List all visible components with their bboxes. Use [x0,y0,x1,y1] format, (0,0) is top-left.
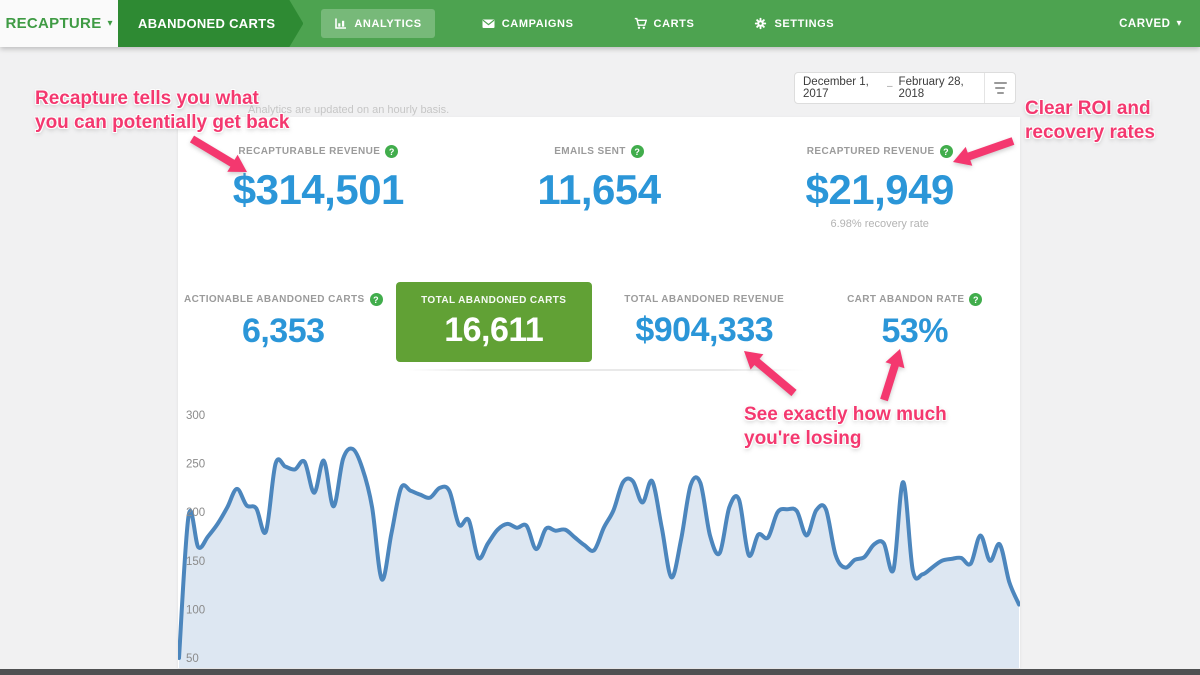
nav-section-label: ABANDONED CARTS [138,16,275,31]
gear-icon [754,17,767,30]
filter-icon[interactable] [985,82,1015,94]
envelope-icon [482,17,495,30]
help-icon[interactable]: ? [385,145,398,158]
nav-item-analytics[interactable]: ANALYTICS [321,9,434,38]
help-icon[interactable]: ? [940,145,953,158]
nav-item-settings[interactable]: SETTINGS [741,9,847,38]
stat-value: $314,501 [178,166,459,214]
stat-recaptured-revenue: RECAPTURED REVENUE ? $21,949 6.98% recov… [739,145,1020,230]
stat-value: $904,333 [599,311,810,350]
stat-total-abandoned-carts: TOTAL ABANDONED CARTS 16,611 [389,282,600,362]
stat-value: 6,353 [178,312,389,351]
stat-emails-sent: EMAILS SENT ? 11,654 [459,145,740,230]
svg-text:150: 150 [186,556,205,568]
svg-text:200: 200 [186,507,205,519]
nav-item-label: CARTS [654,18,695,30]
app-logo[interactable]: RECAPTURE ▾ [0,0,118,47]
stat-cart-abandon-rate: CART ABANDON RATE ? 53% [810,293,1021,351]
nav-section-abandoned-carts[interactable]: ABANDONED CARTS [118,0,303,47]
date-end: February 28, 2018 [899,76,976,100]
chevron-down-icon: ▾ [108,19,113,29]
stat-value: 53% [810,312,1021,351]
stat-label: EMAILS SENT ? [459,145,740,158]
help-icon[interactable]: ? [631,145,644,158]
nav-item-carts[interactable]: CARTS [621,9,708,38]
analytics-card: RECAPTURABLE REVENUE ? $314,501 EMAILS S… [178,117,1020,668]
date-separator: – [887,81,893,92]
bottom-strip [0,669,1200,675]
stat-label: TOTAL ABANDONED REVENUE [599,294,810,305]
stat-label: RECAPTURED REVENUE ? [739,145,1020,158]
stat-value: $21,949 [739,166,1020,214]
top-nav: RECAPTURE ▾ ABANDONED CARTS ANALYTICS CA… [0,0,1200,47]
stat-recapturable-revenue: RECAPTURABLE REVENUE ? $314,501 [178,145,459,230]
date-range-text: December 1, 2017 – February 28, 2018 [795,76,984,100]
svg-text:300: 300 [186,410,205,422]
nav-item-campaigns[interactable]: CAMPAIGNS [469,9,587,38]
svg-text:50: 50 [186,653,199,665]
date-start: December 1, 2017 [803,76,881,100]
stat-value: 16,611 [406,311,582,350]
recovery-rate-note: 6.98% recovery rate [739,218,1020,230]
nav-item-label: CAMPAIGNS [502,18,574,30]
chevron-down-icon: ▾ [1176,19,1182,29]
divider [408,369,804,371]
annotation-roi: Clear ROI and recovery rates [1025,97,1155,145]
stat-actionable-abandoned-carts: ACTIONABLE ABANDONED CARTS ? 6,353 [178,293,389,351]
svg-text:100: 100 [186,604,205,616]
app-logo-text: RECAPTURE [5,15,101,32]
account-menu[interactable]: CARVED ▾ [1119,0,1182,47]
nav-item-label: SETTINGS [774,18,834,30]
stat-label: CART ABANDON RATE ? [810,293,1021,306]
stats-row-top: RECAPTURABLE REVENUE ? $314,501 EMAILS S… [178,117,1020,230]
analytics-page: Analytics are updated on an hourly basis… [0,47,1200,675]
annotation-losing: See exactly how much you're losing [744,403,947,451]
stat-value: 11,654 [459,166,740,214]
nav-item-label: ANALYTICS [354,18,421,30]
account-name: CARVED [1119,18,1170,30]
highlight-stat-box: TOTAL ABANDONED CARTS 16,611 [396,282,592,362]
stat-total-abandoned-revenue: TOTAL ABANDONED REVENUE $904,333 [599,294,810,350]
chart-icon [334,17,347,30]
date-range-picker[interactable]: December 1, 2017 – February 28, 2018 [794,72,1016,104]
stat-label: RECAPTURABLE REVENUE ? [178,145,459,158]
stat-label: ACTIONABLE ABANDONED CARTS ? [178,293,389,306]
svg-text:250: 250 [186,459,205,471]
cart-icon [634,17,647,30]
stat-label: TOTAL ABANDONED CARTS [406,295,582,306]
stats-row-bottom: ACTIONABLE ABANDONED CARTS ? 6,353 TOTAL… [178,282,1020,362]
help-icon[interactable]: ? [370,293,383,306]
nav-items: ANALYTICS CAMPAIGNS CARTS SETTINGS [321,0,847,47]
annotation-recapture: Recapture tells you what you can potenti… [35,87,289,135]
help-icon[interactable]: ? [969,293,982,306]
